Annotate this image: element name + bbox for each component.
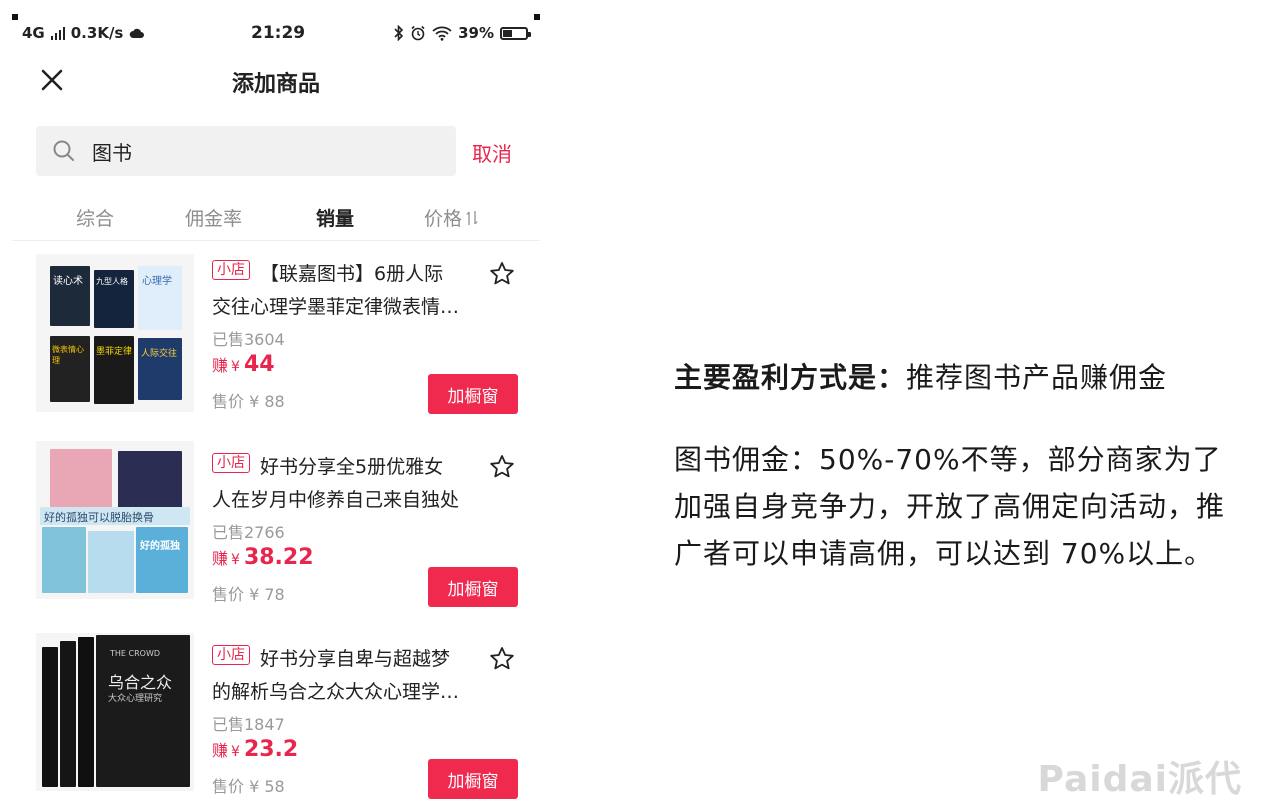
cover-title: 读心术 <box>53 276 83 287</box>
battery-icon <box>500 26 531 40</box>
add-to-showcase-button[interactable]: 加橱窗 <box>428 567 518 607</box>
book-cover: 好的孤独可以脱胎换骨 <box>40 507 190 525</box>
currency-symbol: ¥ <box>231 552 240 568</box>
book-cover: 九型人格 <box>94 270 134 328</box>
screen-corner <box>534 14 540 20</box>
book-cover: 心理学 <box>138 266 182 330</box>
book-cover <box>42 647 58 787</box>
book-cover: 墨菲定律 <box>94 336 134 404</box>
tab-comprehensive[interactable]: 综合 <box>76 204 114 231</box>
product-thumbnail: 读心术 九型人格 心理学 微表情心理 墨菲定律 人际交往 <box>36 254 194 412</box>
signal-icon <box>50 26 65 40</box>
battery-percent: 39% <box>458 24 494 42</box>
sale-price: 售价 ¥ 58 <box>212 777 285 796</box>
cancel-button[interactable]: 取消 <box>472 138 512 167</box>
sold-count: 已售1847 <box>212 715 285 734</box>
earn-label: 赚 <box>212 356 229 375</box>
sale-price: 售价 ¥ 78 <box>212 585 285 604</box>
cloud-icon <box>130 28 145 38</box>
star-icon[interactable] <box>488 260 516 288</box>
profit-line: 主要盈利方式是：推荐图书产品赚佣金 <box>674 356 1244 396</box>
cover-subtitle: 大众心理研究 <box>108 694 163 704</box>
book-cover: 好的孤独 <box>136 527 188 593</box>
tab-sales[interactable]: 销量 <box>316 204 354 231</box>
cover-title: 好的孤独 <box>140 541 180 552</box>
star-icon[interactable] <box>488 453 516 481</box>
notes: 主要盈利方式是：推荐图书产品赚佣金 图书佣金：50%-70%不等，部分商家为了加… <box>674 356 1244 577</box>
screen-corner <box>12 14 18 20</box>
commission: 赚 ¥ 38.22 <box>212 545 314 570</box>
tab-commission-rate[interactable]: 佣金率 <box>185 204 242 231</box>
earn-label: 赚 <box>212 549 229 568</box>
profit-lead: 主要盈利方式是： <box>674 361 907 394</box>
book-cover: THE CROWD 乌合之众 大众心理研究 <box>96 635 190 787</box>
sort-arrows-icon <box>466 210 478 225</box>
tab-price-label: 价格 <box>424 208 463 230</box>
earn-amount: 23.2 <box>243 737 299 762</box>
search-row: 取消 <box>12 124 540 178</box>
alarm-icon <box>411 25 425 41</box>
product-title[interactable]: 好书分享自卑与超越梦的解析乌合之众大众心理学研究 <box>212 643 462 709</box>
commission: 赚 ¥ 23.2 <box>212 737 298 762</box>
book-cover: 人际交往 <box>138 338 182 400</box>
earn-amount: 44 <box>243 352 275 377</box>
sold-count: 已售2766 <box>212 523 285 542</box>
cover-title: 微表情心理 <box>52 345 84 365</box>
sale-price: 售价 ¥ 88 <box>212 392 285 411</box>
product-item[interactable]: 读心术 九型人格 心理学 微表情心理 墨菲定律 人际交往 小店 【联嘉图书】6册… <box>12 248 540 428</box>
search-box[interactable] <box>36 126 456 176</box>
product-thumbnail: 好的孤独可以脱胎换骨 好的孤独 <box>36 441 194 599</box>
book-cover <box>78 637 94 787</box>
watermark-logo: Paidai派代 <box>1037 759 1242 800</box>
book-cover <box>42 527 86 593</box>
page-title: 添加商品 <box>231 72 320 97</box>
book-cover <box>118 451 182 509</box>
currency-symbol: ¥ <box>231 744 240 760</box>
profit-method: 推荐图书产品赚佣金 <box>906 361 1168 394</box>
star-icon[interactable] <box>488 645 516 673</box>
cover-title: 墨菲定律 <box>96 347 133 357</box>
book-cover <box>60 641 76 787</box>
phone-screenshot: 4G 0.3K/s 21:29 39% 添加商品 取消 综合 佣金率 销量 价格 <box>12 14 540 810</box>
earn-amount: 38.22 <box>243 545 314 570</box>
product-item[interactable]: 好的孤独可以脱胎换骨 好的孤独 小店 好书分享全5册优雅女人在岁月中修养自己来自… <box>12 441 540 621</box>
network-type: 4G <box>22 24 45 42</box>
add-to-showcase-button[interactable]: 加橱窗 <box>428 759 518 799</box>
cover-title: 乌合之众 <box>108 673 173 692</box>
product-item[interactable]: THE CROWD 乌合之众 大众心理研究 小店 好书分享自卑与超越梦的解析乌合… <box>12 633 540 810</box>
clock: 21:29 <box>251 23 306 43</box>
book-cover: 微表情心理 <box>50 336 90 402</box>
cover-title: 九型人格 <box>96 277 128 286</box>
product-thumbnail: THE CROWD 乌合之众 大众心理研究 <box>36 633 194 791</box>
cover-title: 人际交往 <box>141 349 178 359</box>
product-title[interactable]: 好书分享全5册优雅女人在岁月中修养自己来自独处 <box>212 451 462 517</box>
search-input[interactable] <box>90 138 414 164</box>
bluetooth-icon <box>394 25 404 41</box>
tab-price[interactable]: 价格 <box>424 204 478 231</box>
wifi-icon <box>432 26 452 41</box>
cover-title: 心理学 <box>142 276 172 287</box>
commission-paragraph: 图书佣金：50%-70%不等，部分商家为了加强自身竞争力，开放了高佣定向活动，推… <box>674 443 1226 570</box>
nav-bar: 添加商品 <box>12 58 540 102</box>
book-cover <box>50 449 112 509</box>
search-icon <box>53 140 74 161</box>
earn-label: 赚 <box>212 741 229 760</box>
status-bar: 4G 0.3K/s 21:29 39% <box>12 14 540 50</box>
book-cover: 读心术 <box>50 266 90 326</box>
cover-title: THE CROWD <box>110 649 161 658</box>
sort-tabs: 综合 佣金率 销量 价格 <box>12 200 540 241</box>
commission: 赚 ¥ 44 <box>212 352 275 377</box>
add-to-showcase-button[interactable]: 加橱窗 <box>428 374 518 414</box>
product-title[interactable]: 【联嘉图书】6册人际交往心理学墨菲定律微表情读心术 <box>212 258 462 324</box>
currency-symbol: ¥ <box>231 359 240 375</box>
book-cover <box>88 531 134 593</box>
cover-title: 好的孤独可以脱胎换骨 <box>44 511 154 524</box>
sold-count: 已售3604 <box>212 330 285 349</box>
network-speed: 0.3K/s <box>70 24 124 42</box>
